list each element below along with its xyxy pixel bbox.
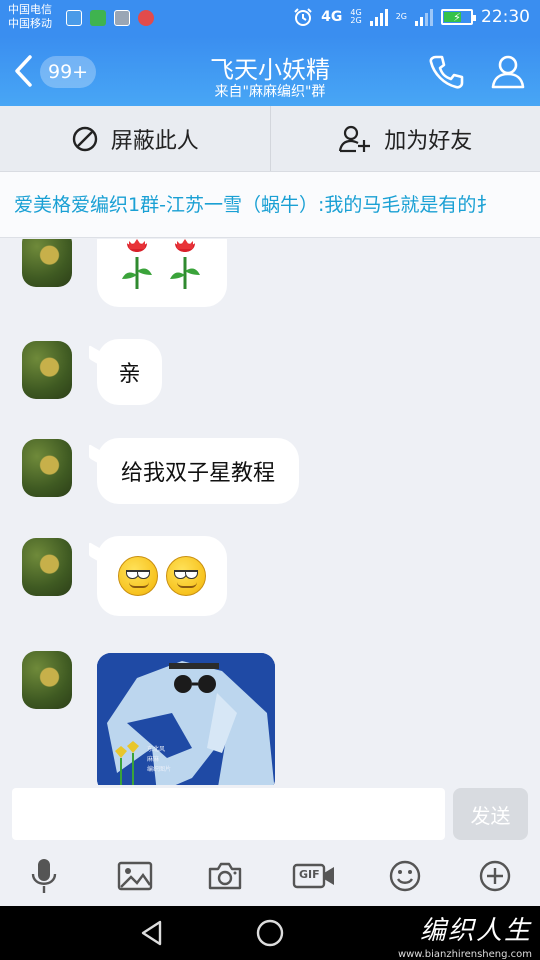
profile-button[interactable]: [488, 52, 528, 92]
system-nav-bar: 编织人生 www.bianzhirensheng.com: [0, 906, 540, 960]
contact-actions: 屏蔽此人 加为好友: [0, 106, 540, 172]
nav-back-button[interactable]: [138, 919, 166, 947]
smiley-icon: [389, 860, 421, 892]
person-icon: [491, 55, 525, 89]
play-store-icon: [90, 10, 106, 26]
plus-circle-icon: [479, 860, 511, 892]
add-friend-button[interactable]: 加为好友: [269, 106, 540, 171]
camera-icon: [208, 862, 242, 890]
hd-call-icon: [66, 10, 82, 26]
image-icon: [117, 861, 153, 891]
sender-avatar[interactable]: [22, 439, 72, 497]
signal-1-icon: [369, 8, 388, 26]
carrier-info: 中国电信 中国移动: [8, 3, 52, 31]
gallery-button[interactable]: [115, 857, 155, 895]
circle-home-icon: [256, 919, 284, 947]
emoji-button[interactable]: [385, 857, 425, 895]
smug-face-icon: [166, 556, 206, 596]
add-friend-label: 加为好友: [384, 128, 473, 154]
text-message-bubble[interactable]: 给我双子星教程: [89, 438, 299, 504]
sender-avatar[interactable]: [22, 239, 72, 287]
photo-caption-line: 东北风: [147, 746, 166, 753]
sweater-photo-image: [97, 653, 275, 785]
watermark-brand: 编织人生: [419, 916, 532, 946]
secondary-network-labels: 4G 2G: [350, 9, 361, 25]
text-message-bubble[interactable]: 亲: [89, 339, 162, 405]
photo-caption-line: 麻麻: [147, 756, 160, 763]
voice-button[interactable]: [24, 857, 64, 895]
status-right: 4G 4G 2G 2G ⚡ 22:30: [293, 7, 530, 27]
call-button[interactable]: [426, 52, 466, 92]
composer: 发送: [0, 785, 540, 845]
nav-home-button[interactable]: [256, 919, 284, 947]
photo-caption: 东北风 麻麻 编织图片: [147, 745, 171, 775]
microphone-icon: [31, 859, 57, 893]
add-person-icon: [339, 125, 371, 152]
sender-avatar[interactable]: [22, 341, 72, 399]
emoji-message-bubble[interactable]: [89, 536, 227, 616]
notification-icons: [66, 10, 154, 26]
message-list[interactable]: 亲 给我双子星教程 东北风 麻麻 编织图片: [0, 239, 540, 785]
phone-icon: [429, 55, 464, 89]
gif-label: GIF: [299, 868, 320, 881]
network-type: 4G: [321, 9, 343, 25]
battery-icon: ⚡: [441, 9, 476, 25]
status-bar: 中国电信 中国移动 4G 4G 2G 2G ⚡ 22:30: [0, 0, 540, 36]
alarm-icon: [294, 8, 312, 26]
emoji-message-bubble[interactable]: [97, 239, 227, 307]
more-options-button[interactable]: [475, 857, 515, 895]
group-message-ticker[interactable]: 爱美格爱编织1群-江苏一雪（蜗牛）:我的马毛就是有的扌: [0, 172, 540, 238]
message-input[interactable]: [12, 788, 445, 840]
message-text: 亲: [118, 362, 141, 387]
gallery-notification-icon: [114, 10, 130, 26]
network-small-3: 2G: [395, 12, 407, 21]
clock: 22:30: [481, 7, 530, 27]
block-user-button[interactable]: 屏蔽此人: [0, 106, 270, 171]
rose-icon: [122, 239, 200, 289]
watermark: 编织人生 www.bianzhirensheng.com: [398, 910, 532, 960]
triangle-back-icon: [141, 920, 162, 946]
smug-face-icon: [118, 556, 158, 596]
block-icon: [72, 126, 97, 151]
signal-2-icon: [415, 8, 433, 26]
image-message[interactable]: 东北风 麻麻 编织图片: [97, 653, 275, 785]
block-user-label: 屏蔽此人: [110, 128, 199, 154]
composer-toolbar: GIF: [0, 845, 540, 906]
chat-header: 99+ 飞天小妖精 来自"麻麻编织"群: [0, 36, 540, 106]
app-notification-icon: [138, 10, 154, 26]
network-small-2: 2G: [350, 16, 362, 25]
carrier-1: 中国电信: [8, 3, 52, 16]
camera-button[interactable]: [205, 857, 245, 895]
photo-caption-line: 编织图片: [147, 766, 172, 773]
carrier-2: 中国移动: [8, 17, 52, 30]
gif-button[interactable]: GIF: [292, 857, 336, 895]
message-text: 给我双子星教程: [120, 461, 275, 486]
sender-avatar[interactable]: [22, 538, 72, 596]
watermark-url: www.bianzhirensheng.com: [397, 949, 532, 960]
send-button[interactable]: 发送: [453, 788, 528, 840]
sender-avatar[interactable]: [22, 651, 72, 709]
